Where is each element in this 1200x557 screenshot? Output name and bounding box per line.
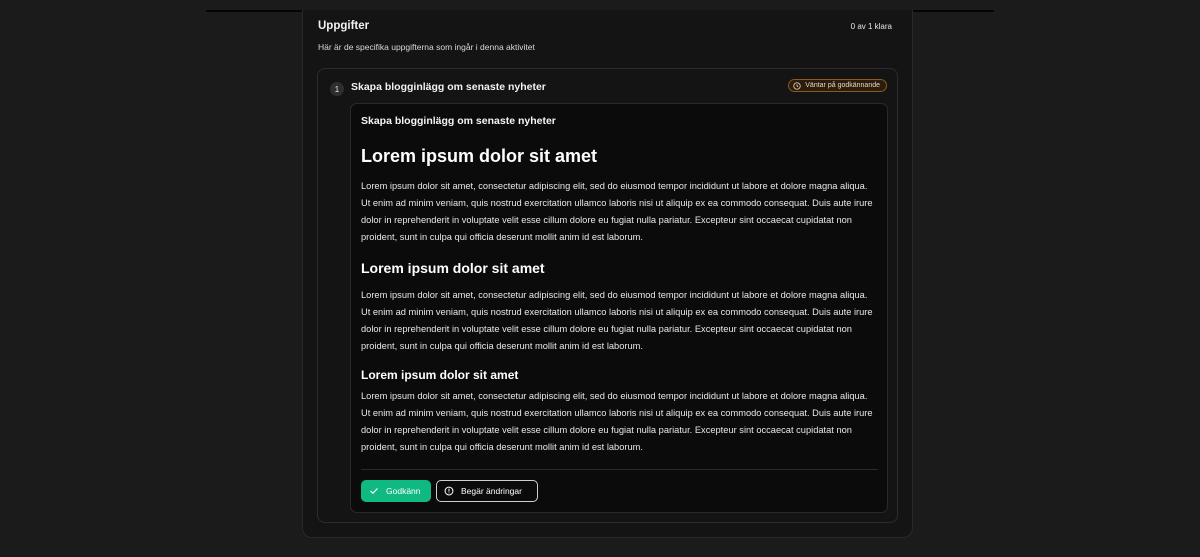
clock-icon [793,81,801,90]
status-badge: Väntar på godkännande [788,79,887,92]
request-changes-label: Begär ändringar [461,486,522,496]
task-number-badge: 1 [330,82,344,96]
check-icon [370,488,378,494]
completion-count: 0 av 1 klara [850,22,892,31]
content-heading-3: Lorem ipsum dolor sit amet [361,368,519,382]
status-label: Väntar på godkännande [805,82,880,89]
alert-circle-icon [444,486,454,496]
task-title: Skapa blogginlägg om senaste nyheter [351,81,546,93]
actions-divider [361,469,878,470]
tasks-panel: Uppgifter 0 av 1 klara Här är de specifi… [302,10,913,538]
task-content: Skapa blogginlägg om senaste nyheter Lor… [350,103,888,513]
section-description: Här är de specifika uppgifterna som ingå… [318,42,535,52]
content-title: Skapa blogginlägg om senaste nyheter [361,115,556,127]
request-changes-button[interactable]: Begär ändringar [436,480,538,502]
section-title: Uppgifter [318,20,370,32]
content-heading-1: Lorem ipsum dolor sit amet [361,146,598,166]
content-paragraph-1: Lorem ipsum dolor sit amet, consectetur … [361,181,873,242]
approve-button[interactable]: Godkänn [361,480,431,502]
task-actions: Godkänn Begär ändringar [361,480,538,502]
content-paragraph-2: Lorem ipsum dolor sit amet, consectetur … [361,290,873,351]
approve-label: Godkänn [386,486,421,496]
task-card: 1 Skapa blogginlägg om senaste nyheter V… [317,68,898,523]
content-paragraph-3: Lorem ipsum dolor sit amet, consectetur … [361,391,873,452]
content-heading-2: Lorem ipsum dolor sit amet [361,260,545,276]
